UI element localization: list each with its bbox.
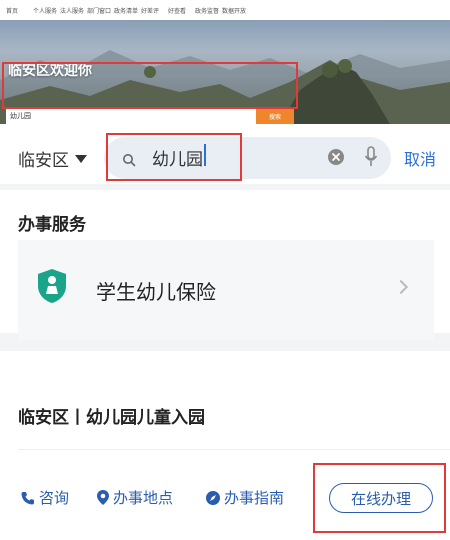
region-label: 临安区 — [18, 151, 69, 171]
phone-icon — [21, 491, 34, 504]
nav-item-departments[interactable]: 部门窗口 — [87, 6, 114, 15]
result-title[interactable]: 临安区丨幼儿园儿童入园 — [18, 403, 205, 428]
nav-item-list[interactable]: 政务清单 — [114, 6, 141, 15]
result-card: 临安区丨幼儿园儿童入园 咨询 办事地点 办事指南 在线办理 — [0, 369, 450, 540]
highlight-box-search — [106, 133, 242, 181]
divider — [18, 449, 450, 450]
microphone-icon[interactable] — [364, 146, 378, 168]
search-bar: 临安区 幼儿园 取消 — [0, 124, 450, 190]
services-section: 办事服务 学生幼儿保险 — [0, 196, 450, 351]
service-item-label: 学生幼儿保险 — [96, 280, 216, 304]
highlight-box-hero-search — [2, 62, 298, 109]
guide-button[interactable]: 办事指南 — [205, 487, 284, 508]
hero-search-input[interactable]: 幼儿园 — [6, 107, 256, 124]
caret-down-icon — [75, 154, 87, 163]
nav-item-personal[interactable]: 个人服务 — [33, 6, 60, 15]
location-pin-icon — [97, 490, 109, 505]
highlight-box-online-apply — [313, 463, 446, 533]
region-selector[interactable]: 临安区 — [18, 146, 87, 171]
nav-item-check[interactable]: 好查看 — [168, 6, 195, 15]
nav-item-home[interactable]: 首页 — [6, 6, 33, 15]
clear-icon[interactable] — [327, 148, 345, 166]
location-label: 办事地点 — [113, 489, 174, 507]
location-button[interactable]: 办事地点 — [96, 487, 173, 508]
hero-search-button[interactable]: 搜索 — [256, 107, 294, 124]
guide-label: 办事指南 — [224, 489, 285, 507]
shield-child-icon — [38, 269, 66, 303]
nav-item-supervision[interactable]: 政务监督 — [195, 6, 222, 15]
consult-button[interactable]: 咨询 — [20, 487, 69, 508]
chevron-right-icon — [393, 279, 409, 295]
consult-label: 咨询 — [39, 489, 70, 507]
compass-icon — [206, 490, 220, 505]
nav-item-legal[interactable]: 法人服务 — [60, 6, 87, 15]
cancel-button[interactable]: 取消 — [404, 146, 436, 170]
nav-item-rating[interactable]: 好差评 — [141, 6, 168, 15]
top-nav: 首页 个人服务 法人服务 部门窗口 政务清单 好差评 好查看 政务监督 数据开放 — [0, 0, 450, 20]
service-item-insurance[interactable]: 学生幼儿保险 — [18, 240, 434, 340]
nav-item-open-data[interactable]: 数据开放 — [222, 6, 249, 15]
services-title: 办事服务 — [18, 215, 86, 235]
